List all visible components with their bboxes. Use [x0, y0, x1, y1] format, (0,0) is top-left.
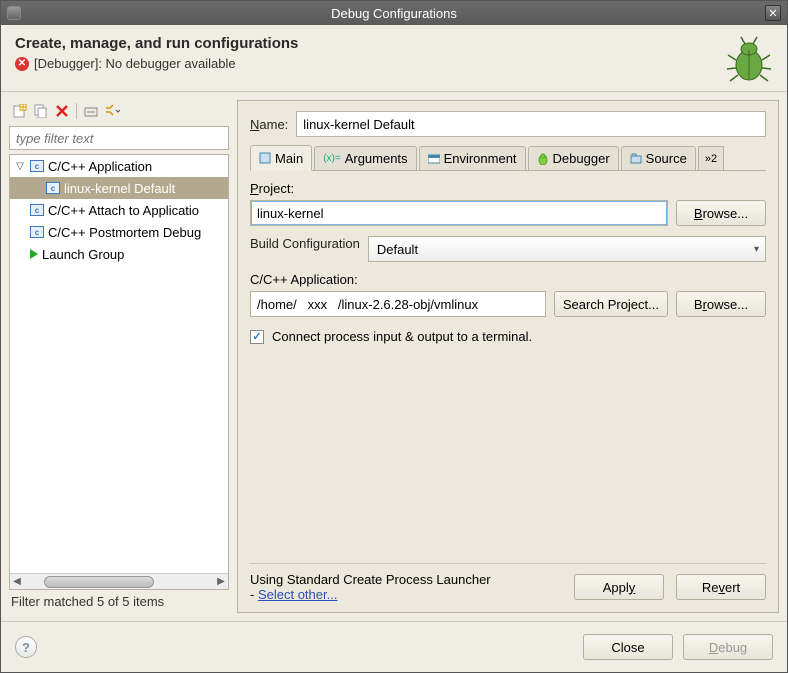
- new-config-button[interactable]: [11, 102, 29, 120]
- connect-terminal-label: Connect process input & output to a term…: [272, 329, 532, 344]
- window-menu-icon[interactable]: [7, 6, 21, 20]
- tab-environment[interactable]: Environment: [419, 146, 526, 170]
- tree-label: C/C++ Postmortem Debug: [48, 225, 201, 240]
- launcher-text: Using Standard Create Process Launcher: [250, 572, 562, 587]
- build-config-label: Build Configuration: [250, 236, 360, 262]
- duplicate-config-button[interactable]: [32, 102, 50, 120]
- chevron-down-icon: ▾: [754, 244, 759, 255]
- select-other-link[interactable]: Select other...: [258, 587, 338, 602]
- error-icon: ✕: [15, 57, 29, 71]
- filter-input[interactable]: [9, 126, 229, 150]
- tree-label: linux-kernel Default: [64, 181, 175, 196]
- dialog-header: Create, manage, and run configurations ✕…: [1, 25, 787, 92]
- application-input[interactable]: [250, 291, 546, 317]
- window-title: Debug Configurations: [331, 6, 457, 21]
- tab-main[interactable]: Main: [250, 145, 312, 171]
- titlebar: Debug Configurations ✕: [1, 1, 787, 25]
- revert-button[interactable]: Revert: [676, 574, 766, 600]
- tree-label: Launch Group: [42, 247, 124, 262]
- tree-label: C/C++ Attach to Applicatio: [48, 203, 199, 218]
- project-input[interactable]: [250, 200, 668, 226]
- dialog-title: Create, manage, and run configurations: [15, 35, 725, 52]
- tab-debugger[interactable]: Debugger: [528, 146, 619, 170]
- config-toolbar: [9, 100, 229, 126]
- tab-source[interactable]: Source: [621, 146, 696, 170]
- tab-arguments[interactable]: (x)= Arguments: [314, 146, 416, 170]
- c-app-icon: c: [30, 204, 44, 216]
- c-app-icon: c: [30, 226, 44, 238]
- left-panel: ▽ c C/C++ Application c linux-kernel Def…: [9, 100, 229, 613]
- connect-terminal-checkbox[interactable]: ✓: [250, 330, 264, 344]
- bug-icon: [725, 35, 773, 83]
- tree-item-launch-group[interactable]: Launch Group: [10, 243, 228, 265]
- source-tab-icon: [630, 153, 642, 165]
- filter-menu-button[interactable]: [103, 102, 121, 120]
- launcher-bar: Using Standard Create Process Launcher -…: [250, 563, 766, 602]
- tree-hscrollbar[interactable]: ◀▶: [10, 573, 228, 589]
- build-config-select[interactable]: Default ▾: [368, 236, 766, 262]
- config-form: Name: Main (x)= Arguments Environment: [237, 100, 779, 613]
- tree-item-cpp-app[interactable]: ▽ c C/C++ Application: [10, 155, 228, 177]
- delete-config-button[interactable]: [53, 102, 71, 120]
- apply-button[interactable]: Apply: [574, 574, 664, 600]
- environment-tab-icon: [428, 153, 440, 165]
- error-text: [Debugger]: No debugger available: [34, 56, 236, 71]
- app-label: C/C++ Application:: [250, 272, 766, 287]
- dialog-footer: ? Close Debug: [1, 621, 787, 672]
- app-browse-button[interactable]: Browse...: [676, 291, 766, 317]
- tab-bar: Main (x)= Arguments Environment Debugger…: [250, 145, 766, 171]
- project-browse-button[interactable]: Browse...: [676, 200, 766, 226]
- collapse-all-button[interactable]: [82, 102, 100, 120]
- debugger-tab-icon: [537, 153, 549, 165]
- tree-item-postmortem[interactable]: c C/C++ Postmortem Debug: [10, 221, 228, 243]
- tabs-overflow[interactable]: »2: [698, 146, 724, 170]
- name-input[interactable]: [296, 111, 766, 137]
- close-button[interactable]: Close: [583, 634, 673, 660]
- config-tree: ▽ c C/C++ Application c linux-kernel Def…: [9, 154, 229, 590]
- tree-item-attach[interactable]: c C/C++ Attach to Applicatio: [10, 199, 228, 221]
- debug-button[interactable]: Debug: [683, 634, 773, 660]
- tree-label: C/C++ Application: [48, 159, 152, 174]
- project-label: Project:: [250, 181, 766, 196]
- search-project-button[interactable]: Search Project...: [554, 291, 668, 317]
- c-app-icon: c: [46, 182, 60, 194]
- c-app-icon: c: [30, 160, 44, 172]
- window-close-button[interactable]: ✕: [765, 5, 781, 21]
- main-tab-icon: [259, 152, 271, 164]
- tree-item-linux-kernel[interactable]: c linux-kernel Default: [10, 177, 228, 199]
- arguments-tab-icon: (x)=: [323, 153, 341, 164]
- expand-icon[interactable]: ▽: [14, 161, 26, 172]
- filter-status: Filter matched 5 of 5 items: [9, 590, 229, 613]
- help-button[interactable]: ?: [15, 636, 37, 658]
- name-label: Name:: [250, 117, 288, 132]
- play-icon: [30, 249, 38, 259]
